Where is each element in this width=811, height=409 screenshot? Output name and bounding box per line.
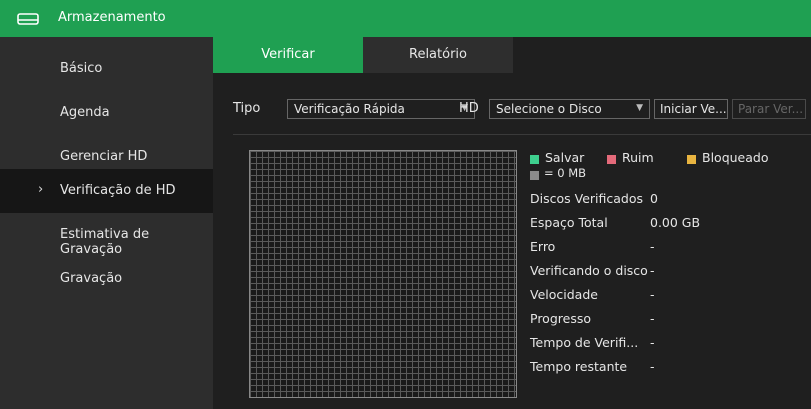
sidebar-item-label: Gerenciar HD xyxy=(60,149,148,164)
espaco-total-label: Espaço Total xyxy=(530,215,608,230)
legend-ruim: Ruim xyxy=(622,150,654,165)
tipo-label: Tipo xyxy=(233,101,261,116)
stop-check-button[interactable]: Parar Ver... xyxy=(732,99,806,119)
tipo-select[interactable]: Verificação Rápida ▼ xyxy=(287,99,475,119)
title-bar: Armazenamento xyxy=(0,0,811,37)
sidebar-item-label: Estimativa de Gravação xyxy=(60,227,150,257)
divider xyxy=(233,134,811,135)
page-title: Armazenamento xyxy=(58,10,166,25)
tempo-verificacao-value: - xyxy=(650,335,655,350)
tab-relatorio[interactable]: Relatório xyxy=(363,37,513,73)
tempo-restante-value: - xyxy=(650,359,655,374)
sidebar-item-label: Verificação de HD xyxy=(60,183,176,198)
sidebar-item-label: Agenda xyxy=(60,105,110,120)
verificando-label: Verificando o disco xyxy=(530,263,648,278)
block-swatch xyxy=(530,171,539,180)
verificando-value: - xyxy=(650,263,655,278)
tipo-select-value: Verificação Rápida xyxy=(294,102,405,116)
discos-verificados-label: Discos Verificados xyxy=(530,191,644,206)
legend-block-size: = 0 MB xyxy=(544,166,587,180)
erro-label: Erro xyxy=(530,239,556,254)
dropdown-arrow-icon: ▼ xyxy=(636,103,643,113)
tab-strip: Verificar Relatório xyxy=(213,37,811,73)
tab-verificar[interactable]: Verificar xyxy=(213,37,363,73)
salvar-swatch xyxy=(530,155,539,164)
ruim-swatch xyxy=(607,155,616,164)
disk-block-map xyxy=(249,150,517,398)
tempo-verificacao-label: Tempo de Verifi... xyxy=(530,335,639,350)
legend-bloqueado: Bloqueado xyxy=(702,150,769,165)
sidebar: Básico Agenda Gerenciar HD › Verificação… xyxy=(0,37,213,409)
sidebar-item-estimativa[interactable]: Estimativa de Gravação xyxy=(0,213,213,257)
velocidade-label: Velocidade xyxy=(530,287,598,302)
progresso-label: Progresso xyxy=(530,311,591,326)
legend-salvar: Salvar xyxy=(545,150,585,165)
start-check-button[interactable]: Iniciar Ve... xyxy=(654,99,728,119)
main-panel: Verificar Relatório Tipo Verificação Ráp… xyxy=(213,37,811,409)
sidebar-item-label: Gravação xyxy=(60,271,123,286)
bloqueado-swatch xyxy=(687,155,696,164)
sidebar-item-label: Básico xyxy=(60,61,103,76)
velocidade-value: - xyxy=(650,287,655,302)
progresso-value: - xyxy=(650,311,655,326)
hd-label: HD xyxy=(459,101,479,116)
sidebar-item-gravacao[interactable]: Gravação xyxy=(0,257,213,301)
discos-verificados-value: 0 xyxy=(650,191,658,206)
sidebar-item-verificacao-hd[interactable]: › Verificação de HD xyxy=(0,169,213,213)
sidebar-item-agenda[interactable]: Agenda xyxy=(0,91,213,135)
hd-select[interactable]: Selecione o Disco ▼ xyxy=(489,99,650,119)
sidebar-item-basico[interactable]: Básico xyxy=(0,47,213,91)
hdd-icon xyxy=(17,13,39,25)
tempo-restante-label: Tempo restante xyxy=(530,359,628,374)
erro-value: - xyxy=(650,239,655,254)
espaco-total-value: 0.00 GB xyxy=(650,215,701,230)
chevron-right-icon: › xyxy=(38,182,44,197)
hd-select-value: Selecione o Disco xyxy=(496,102,602,116)
